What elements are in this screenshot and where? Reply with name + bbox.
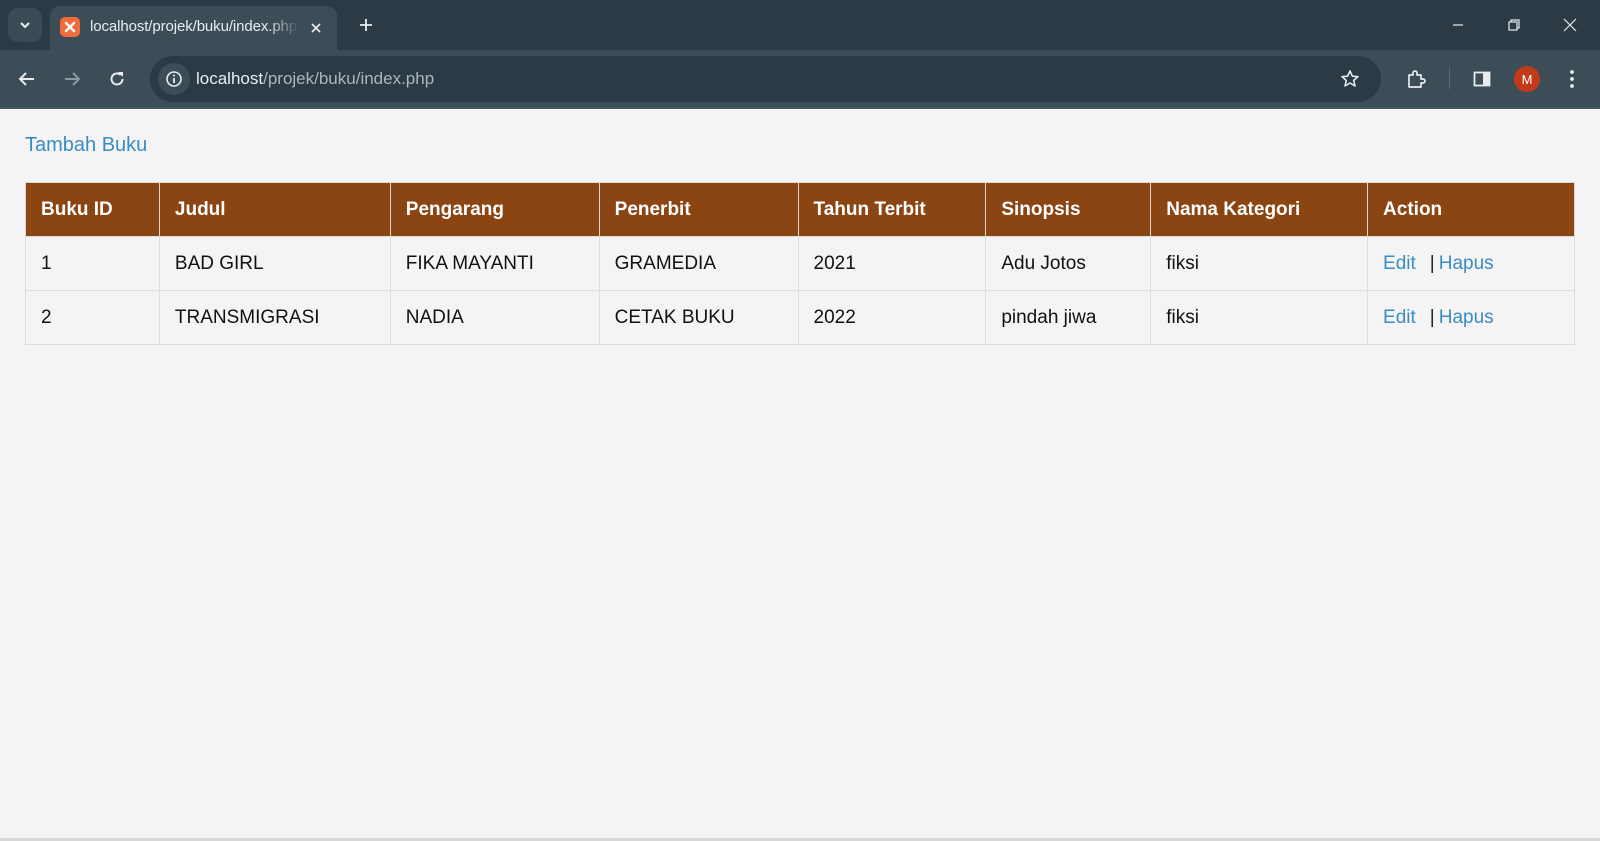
- hapus-link[interactable]: Hapus: [1439, 307, 1494, 328]
- new-tab-button[interactable]: [352, 11, 380, 39]
- kebab-menu-icon: [1570, 70, 1574, 88]
- minimize-button[interactable]: [1438, 8, 1478, 42]
- url-host: localhost: [196, 69, 264, 88]
- cell-sinopsis: pindah jiwa: [985, 290, 1152, 345]
- close-window-button[interactable]: [1550, 8, 1590, 42]
- arrow-right-icon: [65, 72, 81, 86]
- header-pengarang: Pengarang: [389, 182, 600, 237]
- cell-sinopsis: Adu Jotos: [985, 236, 1152, 291]
- puzzle-icon: [1408, 70, 1426, 88]
- close-icon: [311, 23, 321, 33]
- arrow-left-icon: [18, 72, 34, 86]
- cell-buku-id: 2: [25, 290, 160, 345]
- star-icon: [1341, 70, 1359, 87]
- cell-action: Edit | Hapus: [1367, 290, 1575, 345]
- extensions-button[interactable]: [1399, 62, 1433, 96]
- toolbar-bottom-border: [0, 107, 1600, 109]
- cell-buku-id: 1: [25, 236, 160, 291]
- edit-link[interactable]: Edit: [1383, 307, 1416, 328]
- cell-penerbit: GRAMEDIA: [598, 236, 799, 291]
- chevron-down-icon: [20, 22, 30, 29]
- header-penerbit: Penerbit: [598, 182, 799, 237]
- cell-action: Edit | Hapus: [1367, 236, 1575, 291]
- edit-link[interactable]: Edit: [1383, 253, 1416, 274]
- url-path: /projek/buku/index.php: [263, 69, 435, 88]
- active-tab[interactable]: localhost/projek/buku/index.php: [50, 6, 337, 50]
- bookmark-button[interactable]: [1336, 65, 1364, 93]
- address-bar[interactable]: localhost/projek/buku/index.php: [150, 56, 1381, 102]
- forward-button[interactable]: [55, 62, 89, 96]
- header-tahun-terbit: Tahun Terbit: [797, 182, 987, 237]
- header-buku-id: Buku ID: [25, 182, 160, 237]
- site-info-button[interactable]: [158, 63, 190, 95]
- cell-tahun-terbit: 2022: [797, 290, 987, 345]
- cell-pengarang: NADIA: [389, 290, 600, 345]
- header-action: Action: [1367, 182, 1575, 237]
- cell-pengarang: FIKA MAYANTI: [389, 236, 600, 291]
- restore-button[interactable]: [1494, 8, 1534, 42]
- profile-avatar[interactable]: M: [1514, 66, 1540, 92]
- header-judul: Judul: [158, 182, 391, 237]
- url-text[interactable]: localhost/projek/buku/index.php: [196, 69, 434, 89]
- close-icon: [1563, 18, 1577, 32]
- cell-nama-kategori: fiksi: [1150, 290, 1369, 345]
- tab-search-button[interactable]: [8, 8, 42, 42]
- reload-button[interactable]: [100, 62, 134, 96]
- back-button[interactable]: [10, 62, 44, 96]
- header-sinopsis: Sinopsis: [985, 182, 1152, 237]
- action-separator: |: [1429, 252, 1435, 274]
- hapus-link[interactable]: Hapus: [1439, 253, 1494, 274]
- cell-nama-kategori: fiksi: [1150, 236, 1369, 291]
- tab-title: localhost/projek/buku/index.php: [90, 18, 298, 35]
- cell-judul: BAD GIRL: [158, 236, 391, 291]
- cell-penerbit: CETAK BUKU: [598, 290, 799, 345]
- reload-icon: [110, 72, 124, 86]
- restore-icon: [1508, 19, 1520, 31]
- cell-tahun-terbit: 2021: [797, 236, 987, 291]
- menu-button[interactable]: [1555, 62, 1589, 96]
- table-header-row: Buku ID Judul Pengarang Penerbit Tahun T…: [25, 182, 1575, 237]
- side-panel-button[interactable]: [1465, 62, 1499, 96]
- plus-icon: [360, 19, 372, 31]
- info-icon: [166, 71, 182, 87]
- table-row: 2 TRANSMIGRASI NADIA CETAK BUKU 2022 pin…: [25, 290, 1575, 345]
- tab-strip: localhost/projek/buku/index.php: [0, 0, 1600, 50]
- tambah-buku-link[interactable]: Tambah Buku: [25, 134, 147, 157]
- tab-close-button[interactable]: [304, 16, 328, 40]
- header-nama-kategori: Nama Kategori: [1150, 182, 1369, 237]
- toolbar-divider: [1449, 67, 1450, 89]
- cell-judul: TRANSMIGRASI: [158, 290, 391, 345]
- browser-toolbar: localhost/projek/buku/index.php M: [0, 50, 1600, 108]
- side-panel-icon: [1473, 71, 1491, 87]
- table-row: 1 BAD GIRL FIKA MAYANTI GRAMEDIA 2021 Ad…: [25, 236, 1575, 291]
- minimize-icon: [1453, 24, 1463, 26]
- xampp-favicon-icon: [60, 17, 80, 37]
- action-separator: |: [1429, 306, 1435, 328]
- books-table: Buku ID Judul Pengarang Penerbit Tahun T…: [25, 182, 1575, 345]
